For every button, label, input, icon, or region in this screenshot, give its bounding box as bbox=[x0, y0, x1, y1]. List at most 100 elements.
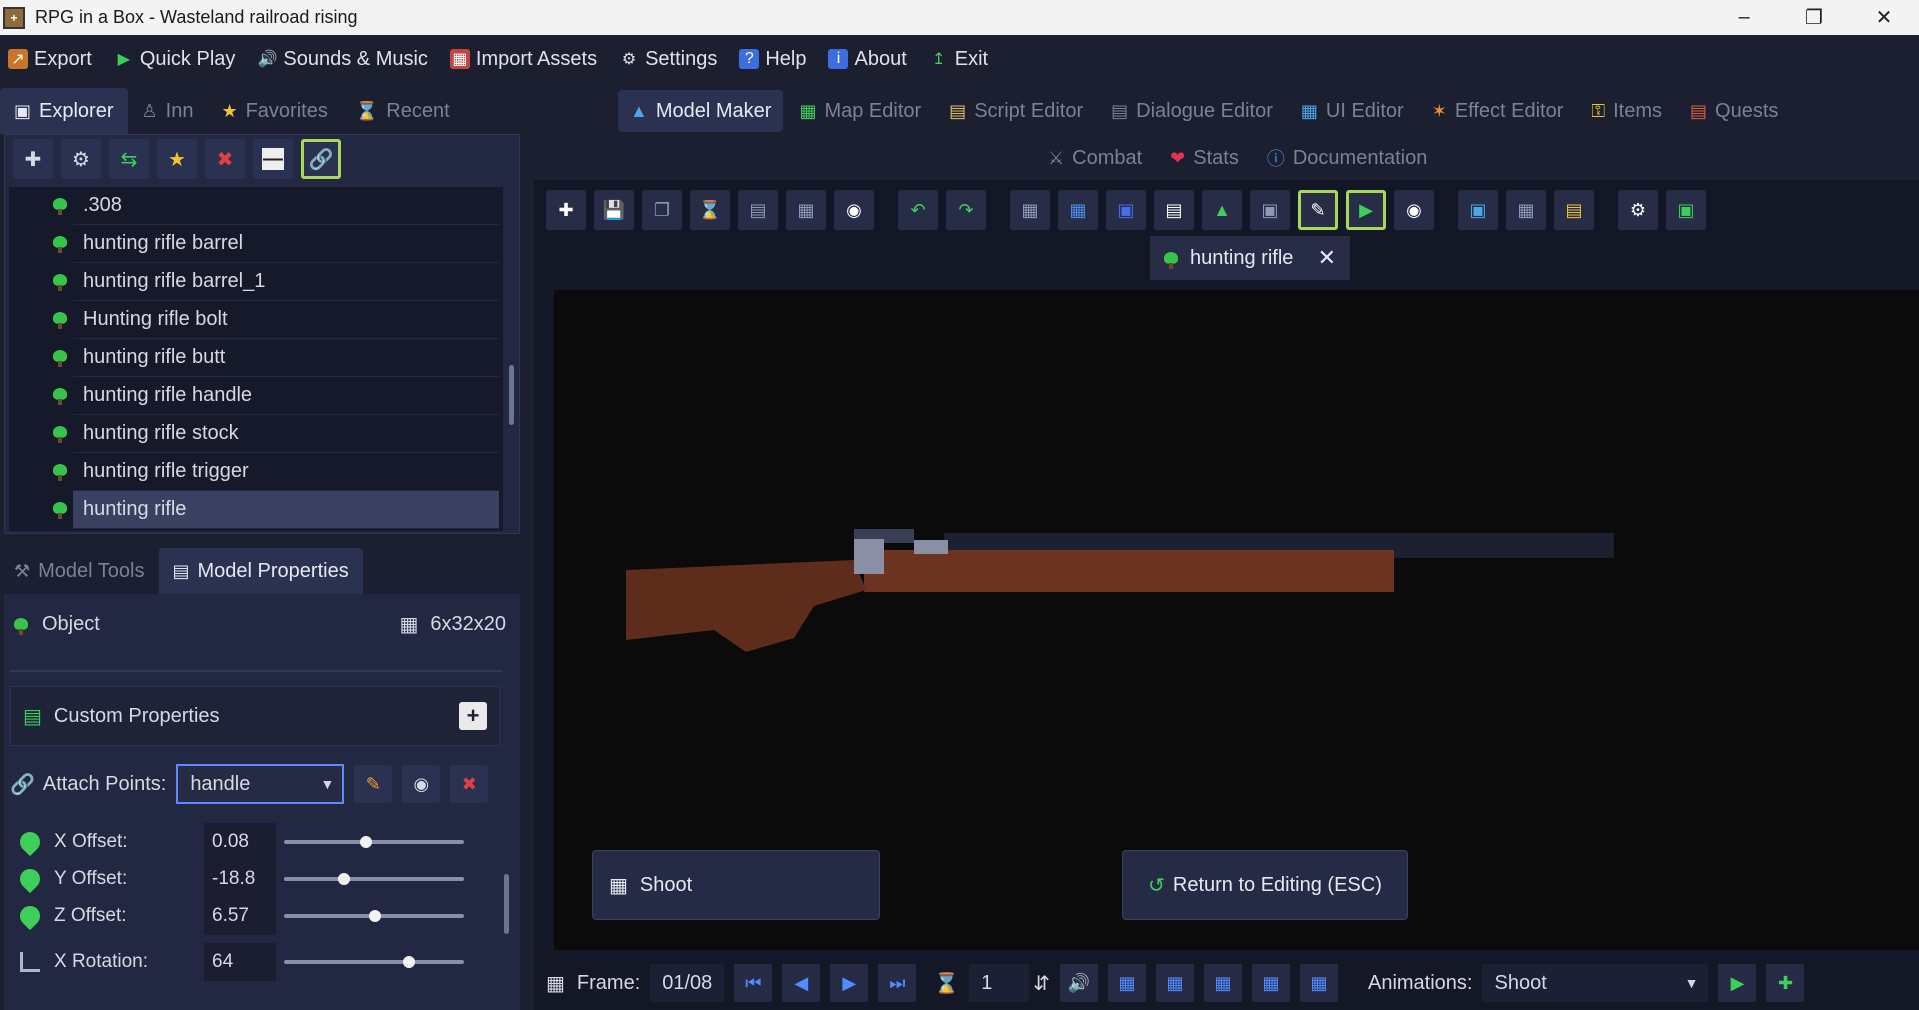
delete-attach-point-button[interactable]: ✖ bbox=[450, 765, 489, 803]
tab-script-editor[interactable]: ▤ Script Editor bbox=[937, 90, 1095, 132]
close-button[interactable]: ✕ bbox=[1849, 0, 1919, 35]
palette-button[interactable]: ▦ bbox=[786, 190, 826, 230]
tab-recent[interactable]: ⌛ Recent bbox=[342, 88, 464, 134]
slider-knob[interactable] bbox=[368, 910, 381, 922]
tree-item[interactable]: hunting rifle butt bbox=[53, 339, 499, 377]
move-frame-left-button[interactable]: ▦ bbox=[1251, 964, 1290, 1002]
z-offset-slider[interactable] bbox=[284, 910, 464, 922]
slider-knob[interactable] bbox=[359, 836, 372, 848]
restore-button[interactable]: ❐ bbox=[1779, 0, 1849, 35]
new-model-button[interactable]: ✚ bbox=[546, 190, 586, 230]
tree-scrollbar[interactable] bbox=[509, 365, 514, 425]
close-icon[interactable]: ✕ bbox=[1318, 245, 1336, 271]
discord-button[interactable]: ◉ bbox=[834, 190, 874, 230]
menu-quick-play[interactable]: ▶ Quick Play bbox=[114, 48, 236, 71]
frame-button[interactable]: ▣ bbox=[1106, 190, 1146, 230]
menu-exit[interactable]: ↥ Exit bbox=[929, 48, 988, 71]
book-button[interactable]: ▤ bbox=[1154, 190, 1194, 230]
menu-export[interactable]: ↗ Export bbox=[8, 48, 92, 71]
shoot-animation-button[interactable]: ▦ Shoot bbox=[592, 850, 880, 920]
play-animation-button[interactable]: ▶ bbox=[1718, 964, 1757, 1002]
props-scrollbar[interactable] bbox=[504, 874, 509, 934]
menu-settings[interactable]: ⚙ Settings bbox=[619, 48, 717, 71]
tree-item[interactable]: hunting rifle barrel_1 bbox=[53, 263, 499, 301]
menu-help[interactable]: ? Help bbox=[739, 48, 806, 71]
delete-frame-button[interactable]: ▦ bbox=[1203, 964, 1242, 1002]
tab-map-editor[interactable]: ▦ Map Editor bbox=[787, 90, 933, 132]
model-tab[interactable]: hunting rifle ✕ bbox=[1150, 236, 1350, 280]
image-button[interactable]: ▣ bbox=[1250, 190, 1290, 230]
favorite-button[interactable]: ★ bbox=[157, 139, 197, 179]
tree-item[interactable]: hunting rifle stock bbox=[53, 415, 499, 453]
attach-points-select[interactable]: handle ▼ bbox=[176, 764, 345, 804]
last-frame-button[interactable]: ⏭ bbox=[878, 964, 917, 1002]
refresh-button[interactable]: ⇆ bbox=[109, 139, 149, 179]
tab-dialogue-editor[interactable]: ▤ Dialogue Editor bbox=[1099, 90, 1285, 132]
preview-attach-point-button[interactable]: ◉ bbox=[402, 765, 441, 803]
first-frame-button[interactable]: ⏮ bbox=[734, 964, 773, 1002]
tab-explorer[interactable]: ▣ Explorer bbox=[0, 88, 128, 134]
frame-duration-input[interactable]: 1 bbox=[969, 964, 1030, 1002]
layout-button[interactable]: ▦ bbox=[1058, 190, 1098, 230]
y-offset-slider[interactable] bbox=[284, 873, 464, 885]
delete-button[interactable]: ✖ bbox=[205, 139, 245, 179]
play-animation-button[interactable]: ▶ bbox=[1346, 190, 1386, 230]
tab-stats[interactable]: ❤ Stats bbox=[1158, 137, 1251, 179]
tab-model-properties[interactable]: ▤ Model Properties bbox=[158, 548, 363, 594]
animations-select[interactable]: Shoot ▼ bbox=[1482, 964, 1709, 1002]
tab-quests[interactable]: ▤ Quests bbox=[1678, 90, 1790, 132]
sound-button[interactable]: 🔊 bbox=[1059, 964, 1098, 1002]
menu-about[interactable]: i About bbox=[828, 48, 907, 71]
brush-button[interactable]: ✎ bbox=[1298, 190, 1338, 230]
export-model-button[interactable]: ▣ bbox=[1666, 190, 1706, 230]
tab-favorites[interactable]: ★ Favorites bbox=[207, 88, 341, 134]
duplicate-frame-button[interactable]: ▦ bbox=[1155, 964, 1194, 1002]
save-button[interactable]: 💾 bbox=[594, 190, 634, 230]
x-offset-input[interactable]: 0.08 bbox=[204, 823, 276, 861]
add-animation-button[interactable]: ✚ bbox=[1766, 964, 1805, 1002]
menu-import-assets[interactable]: ▦ Import Assets bbox=[449, 48, 597, 71]
custom-properties-header[interactable]: ▤ Custom Properties + bbox=[10, 686, 500, 746]
next-frame-button[interactable]: ▶ bbox=[830, 964, 869, 1002]
tree-item[interactable]: hunting rifle barrel bbox=[53, 225, 499, 263]
minimize-button[interactable]: – bbox=[1709, 0, 1779, 35]
tab-inn[interactable]: ♙ Inn bbox=[128, 88, 208, 134]
tab-combat[interactable]: ⚔ Combat bbox=[1036, 137, 1154, 179]
frame-input[interactable]: 01/08 bbox=[650, 964, 725, 1002]
tab-items[interactable]: ⚿ Items bbox=[1579, 90, 1674, 132]
tree-item[interactable]: hunting rifle handle bbox=[53, 377, 499, 415]
tab-documentation[interactable]: ⓘ Documentation bbox=[1255, 137, 1440, 179]
tab-effect-editor[interactable]: ✶ Effect Editor bbox=[1420, 90, 1576, 132]
insert-frame-button[interactable]: ▦ bbox=[1107, 964, 1146, 1002]
tree-item[interactable]: .308 bbox=[53, 187, 499, 225]
tree-item[interactable]: Hunting rifle bolt bbox=[53, 301, 499, 339]
tree-item-selected[interactable]: hunting rifle bbox=[53, 491, 499, 529]
menu-sounds-music[interactable]: 🔊 Sounds & Music bbox=[257, 48, 427, 71]
add-property-button[interactable]: + bbox=[459, 702, 487, 730]
z-offset-input[interactable]: 6.57 bbox=[204, 897, 276, 935]
model-viewport[interactable]: ▦ Shoot ↺ Return to Editing (ESC) bbox=[554, 290, 1919, 950]
tree-item[interactable]: hunting rifle trigger bbox=[53, 453, 499, 491]
copy-button[interactable]: ❐ bbox=[642, 190, 682, 230]
folder-button[interactable]: ▤ bbox=[1554, 190, 1594, 230]
x-offset-slider[interactable] bbox=[284, 836, 464, 848]
tab-model-tools[interactable]: ⚒ Model Tools bbox=[0, 548, 159, 594]
open-button[interactable]: ▤ bbox=[738, 190, 778, 230]
picture-button[interactable]: ▣ bbox=[1458, 190, 1498, 230]
edit-attach-point-button[interactable]: ✎ bbox=[354, 765, 393, 803]
spinner-icon[interactable]: ⇵ bbox=[1033, 971, 1050, 996]
link-button[interactable]: 🔗 bbox=[301, 139, 341, 179]
tab-ui-editor[interactable]: ▦ UI Editor bbox=[1289, 90, 1416, 132]
slider-knob[interactable] bbox=[402, 956, 415, 968]
undo-button[interactable]: ↶ bbox=[898, 190, 938, 230]
slider-knob[interactable] bbox=[338, 873, 350, 885]
terrain-button[interactable]: ▲ bbox=[1202, 190, 1242, 230]
tab-model-maker[interactable]: ▲ Model Maker bbox=[618, 90, 784, 132]
new-asset-button[interactable]: ✚ bbox=[13, 139, 53, 179]
model-settings-button[interactable]: ⚙ bbox=[1618, 190, 1658, 230]
preview-button[interactable]: ◉ bbox=[1394, 190, 1434, 230]
return-to-editing-button[interactable]: ↺ Return to Editing (ESC) bbox=[1122, 850, 1408, 920]
x-rotation-slider[interactable] bbox=[284, 956, 464, 968]
redo-button[interactable]: ↷ bbox=[946, 190, 986, 230]
texture-button[interactable]: ▦ bbox=[1506, 190, 1546, 230]
